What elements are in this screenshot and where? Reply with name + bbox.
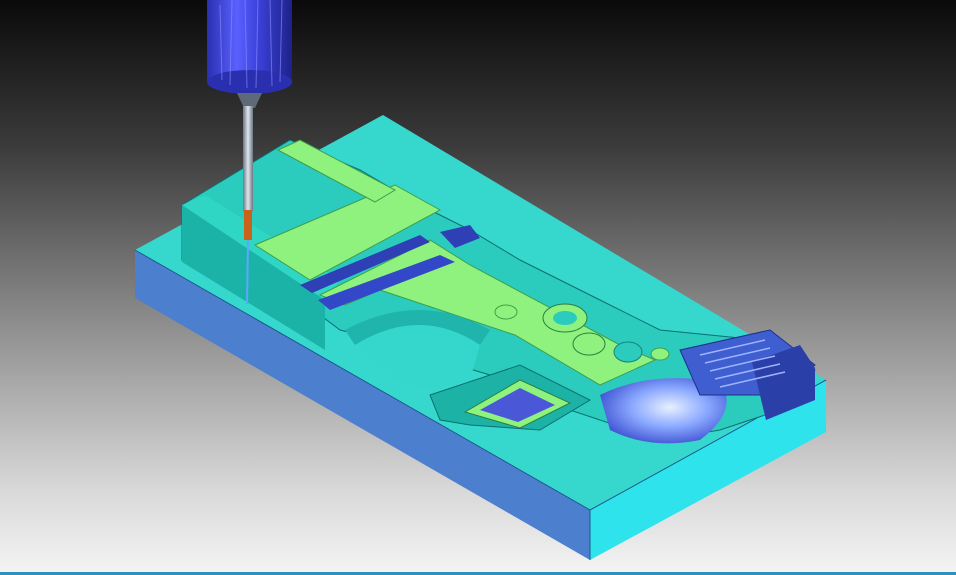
boss-hole-2-inner — [553, 311, 577, 325]
tool-collet — [237, 93, 262, 108]
cam-scene[interactable] — [0, 0, 956, 575]
graphics-viewport[interactable] — [0, 0, 956, 575]
toolpath-line — [246, 239, 249, 305]
boss-hole-3 — [572, 332, 606, 356]
tool-holder-bottom — [207, 70, 292, 94]
boss-hole-5 — [650, 347, 670, 361]
boss-hole-4 — [613, 341, 643, 363]
boss-hole-1 — [494, 304, 518, 320]
tool-flute — [244, 210, 252, 240]
tool-shank — [243, 106, 253, 211]
